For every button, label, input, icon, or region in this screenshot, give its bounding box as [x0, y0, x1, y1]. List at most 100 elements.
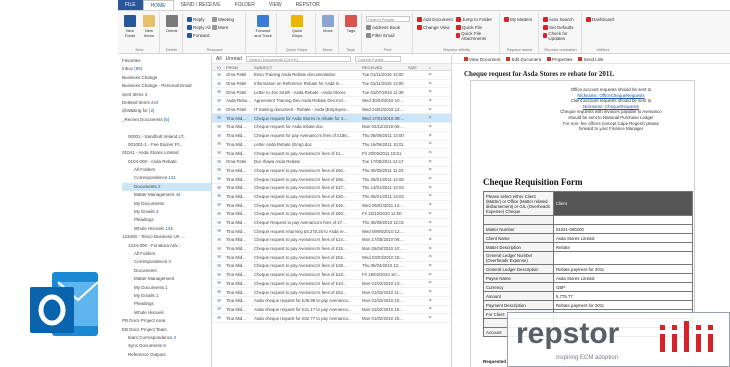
search-scope-select[interactable]: Current Folder	[354, 56, 401, 62]
search-documents-input[interactable]: Search Documents (Ctrl+E)	[245, 56, 351, 62]
folder-item[interactable]: Correspondence 121	[122, 174, 211, 182]
folder-item[interactable]: 0104-000 - Asda Rebate	[122, 158, 211, 166]
flag-icon[interactable]: ⚑	[426, 298, 434, 304]
table-row[interactable]: ✉ Tina Mid... Cheque request to pay Avenan…	[212, 201, 451, 210]
new-items-button[interactable]: New Items	[140, 15, 158, 38]
table-row[interactable]: ✉ Tina Mid... Cheque request to pay Avenan…	[212, 184, 451, 193]
table-row[interactable]: ✉ Tina Mid... Cheque request to pay Avenan…	[212, 271, 451, 280]
check-updates-button[interactable]: Check for Updates	[543, 31, 581, 41]
folder-item[interactable]: Favorites	[122, 57, 211, 65]
table-row[interactable]: ✉ Oma Patel Information on Reference Rebat…	[212, 80, 451, 89]
table-row[interactable]: ✉ Tina Mid... Cheque request to pay Avenan…	[212, 245, 451, 254]
table-row[interactable]: ✉ Tina Mid... Cheque request to pay Avenan…	[212, 280, 451, 289]
flag-icon[interactable]: ⚑	[426, 246, 434, 252]
folder-item[interactable]: All Folders	[122, 166, 211, 174]
folder-item[interactable]: PB Docs Project Area	[122, 317, 211, 325]
table-row[interactable]: ✉ Oma Patel IT training document - Rebate …	[212, 106, 451, 115]
delete-button[interactable]: Delete	[163, 15, 181, 33]
folder-item[interactable]: 01041 - Asda Stores Limited	[122, 149, 211, 157]
table-row[interactable]: ✉ Tina Mid... Asda cheque request for £35.…	[212, 297, 451, 306]
flag-icon[interactable]: ⚑	[426, 220, 434, 226]
column-received[interactable]: RECEIVED	[362, 65, 408, 70]
folder-item[interactable]: Reference Outputs	[122, 351, 211, 359]
folder-item[interactable]: Inbox (68)	[122, 65, 211, 73]
table-row[interactable]: ✉ Tina Mid... Cheque request to pay Avenan…	[212, 193, 451, 202]
folder-item[interactable]: _Recent Documents [5]	[122, 116, 211, 124]
flag-icon[interactable]: ⚑	[426, 81, 434, 87]
flag-icon[interactable]: ⚑	[426, 211, 434, 217]
table-row[interactable]: ✉ Tina Mid... Cheque request to pay Avenan…	[212, 149, 451, 158]
tab-repstor[interactable]: REPSTOR	[289, 0, 327, 10]
flag-icon[interactable]: ⚑	[426, 107, 434, 113]
flag-icon[interactable]: ⚑	[426, 72, 434, 78]
my-matters-button[interactable]: My Matters	[504, 16, 532, 23]
forward-button[interactable]: Forward	[187, 32, 210, 39]
flag-icon[interactable]: ⚑	[426, 89, 434, 95]
flag-icon[interactable]: ⚑	[426, 237, 434, 243]
table-row[interactable]: ✉ Tina Mid... Cheque Request to pay Avenan…	[212, 219, 451, 228]
flag-icon[interactable]: ⚑	[426, 141, 434, 147]
table-row[interactable]: ✉ Oma Patel Enso Training Asda Rebate docu…	[212, 71, 451, 80]
view-document-button[interactable]: View Document	[464, 57, 500, 62]
folder-item[interactable]: All Folders	[122, 250, 211, 258]
reply-button[interactable]: Reply	[187, 16, 205, 23]
flag-icon[interactable]: ⚑	[426, 272, 434, 278]
flag-icon[interactable]: ⚑	[426, 98, 434, 104]
folder-item[interactable]: Pleadings	[122, 216, 211, 224]
folder-item[interactable]: Correspondence 3	[122, 258, 211, 266]
flag-icon[interactable]: ⚑	[426, 124, 434, 130]
table-row[interactable]: ✉ Tina Mid... Cheque request to pay Avenan…	[212, 210, 451, 219]
forward-and-track-button[interactable]: Forward and Track	[253, 15, 273, 38]
filter-email-button[interactable]: Filter Email	[366, 32, 395, 39]
flag-icon[interactable]: ⚑	[426, 193, 434, 199]
column-flag[interactable]: ▸	[426, 65, 434, 70]
flag-icon[interactable]: ⚑	[426, 254, 434, 260]
folder-item[interactable]: Business Change	[122, 74, 211, 82]
jump-to-folder-button[interactable]: Jump to Folder	[456, 16, 492, 23]
tab-send-receive[interactable]: SEND / RECEIVE	[174, 0, 228, 10]
flag-icon[interactable]: ⚑	[426, 115, 434, 121]
column-subject[interactable]: SUBJECT	[254, 65, 362, 70]
folder-item[interactable]: @Waiting for [2]	[122, 107, 211, 115]
address-book-button[interactable]: Address Book	[366, 24, 400, 31]
folder-item[interactable]: EB Docs Project Team	[122, 326, 211, 334]
folder-item[interactable]: Deleted Items 224	[122, 99, 211, 107]
flag-icon[interactable]: ⚑	[426, 150, 434, 156]
flag-icon[interactable]: ⚑	[426, 133, 434, 139]
filter-unread[interactable]: Unread	[226, 56, 242, 62]
folder-item[interactable]: 00001 - Sandholt Ireland LT...	[122, 133, 211, 141]
column-from[interactable]: FROM	[226, 65, 254, 70]
meeting-button[interactable]: Meeting	[212, 16, 234, 23]
search-people-input[interactable]: Search People	[366, 16, 410, 22]
folder-item[interactable]: 1234-000 - Fonatura Adv...	[122, 242, 211, 250]
edit-document-button[interactable]: Edit Document	[506, 57, 541, 62]
folder-item[interactable]: Sent Items 3	[122, 91, 211, 99]
tags-button[interactable]: Tags	[342, 15, 360, 33]
tab-home[interactable]: HOME	[142, 0, 174, 10]
folder-item[interactable]: 123400 - Tesco Business UK ...	[122, 233, 211, 241]
folder-item[interactable]: Matter Management 44	[122, 191, 211, 199]
dashboard-button[interactable]: Dashboard	[586, 16, 614, 23]
table-row[interactable]: ✉ Tina Mid... Asda cheque request for £52.…	[212, 314, 451, 323]
auto-search-button[interactable]: Auto Search	[543, 16, 574, 23]
flag-icon[interactable]: ⚑	[426, 289, 434, 295]
more-button[interactable]: More	[212, 24, 228, 31]
properties-button[interactable]: Properties	[546, 57, 572, 62]
folder-item[interactable]: My Emails 4	[122, 208, 211, 216]
filter-all[interactable]: All	[216, 56, 222, 62]
send-link-button[interactable]: Send Link	[578, 57, 603, 62]
quick-file-attachments-button[interactable]: Quick File Attachments	[456, 31, 499, 41]
folder-item[interactable]: team Correspondence 2	[122, 334, 211, 342]
column-icons[interactable]: !◇	[212, 65, 226, 70]
table-row[interactable]: ✉ Tina Mid... Cheque request to pay Avenan…	[212, 236, 451, 245]
folder-item[interactable]: Whole Hisruelc	[122, 309, 211, 317]
flag-icon[interactable]: ⚑	[426, 202, 434, 208]
table-row[interactable]: ✉ Oma Patel Letter to Joe Smith - Asda Reb…	[212, 88, 451, 98]
table-row[interactable]: ✉ Tina Mid... Cheque request to pay Avenan…	[212, 167, 451, 176]
folder-item[interactable]: 001001-1 - Fee Earner Pl...	[122, 141, 211, 149]
folder-item[interactable]	[122, 124, 211, 132]
table-row[interactable]: ✉ Tina Mid... Cheque request for Asda Stor…	[212, 114, 451, 124]
flag-icon[interactable]: ⚑	[426, 228, 434, 234]
table-row[interactable]: ✉ Tina Mid... Cheque request to pay Avenan…	[212, 175, 451, 184]
table-row[interactable]: ✉ Tina Mid... Cheque request returning £6,…	[212, 227, 451, 237]
